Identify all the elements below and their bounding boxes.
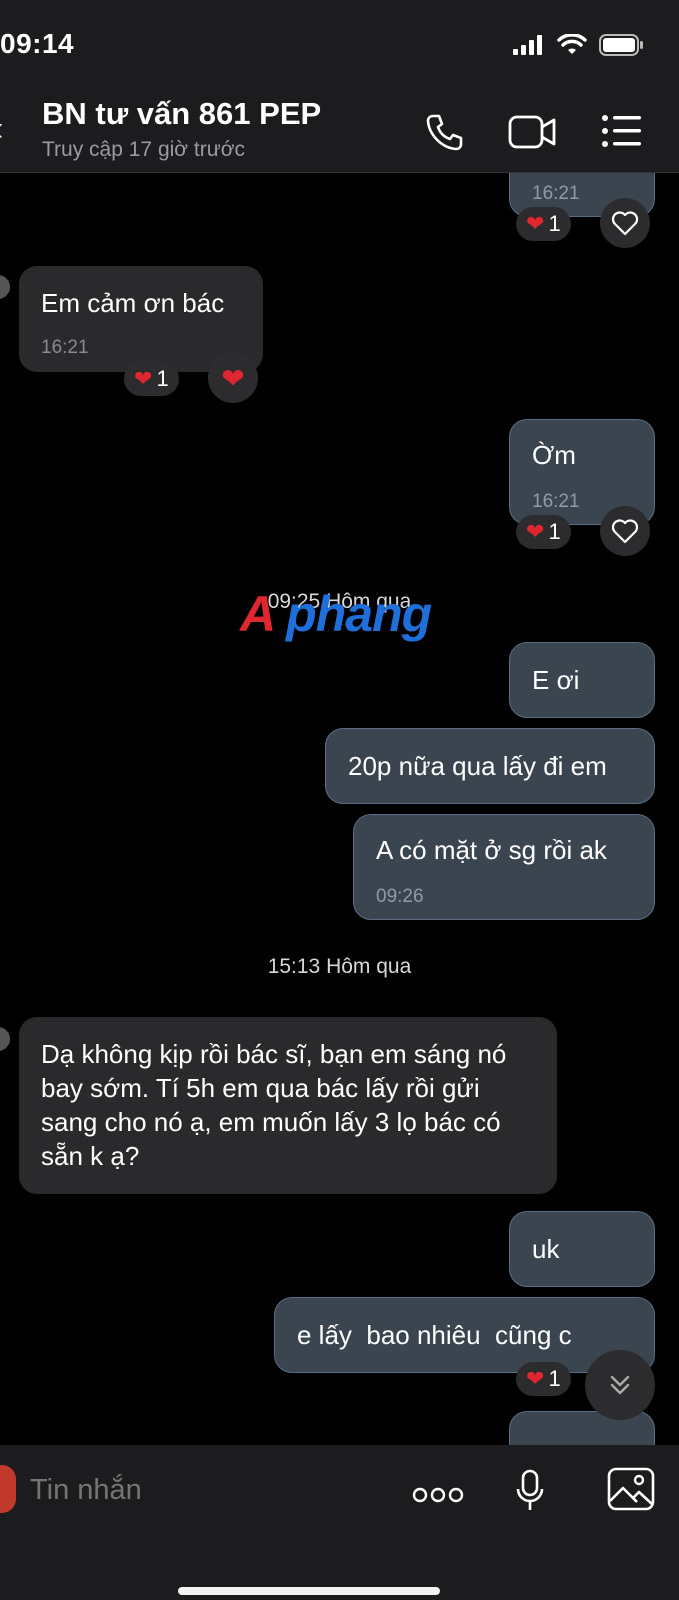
message-bubble-outgoing[interactable]: A có mặt ở sg rồi ak 09:26	[353, 814, 655, 920]
reaction-badge[interactable]: ❤ 1	[516, 1362, 571, 1396]
reaction-badge[interactable]: ❤ 1	[516, 515, 571, 549]
scroll-to-bottom-button[interactable]	[585, 1350, 655, 1420]
heart-icon: ❤	[526, 1366, 545, 1391]
contact-name[interactable]: BN tư vấn 861 PEP	[42, 96, 321, 132]
clock: 09:14	[0, 28, 75, 59]
status-bar: 09:14	[0, 0, 679, 92]
system-icons	[513, 34, 645, 56]
message-text: Ờm	[532, 440, 576, 470]
message-time: 16:21	[532, 183, 580, 204]
message-bubble-outgoing[interactable]: 20p nữa qua lấy đi em	[325, 728, 655, 804]
message-bubble-incoming[interactable]: Dạ không kịp rồi bác sĩ, bạn em sáng nó …	[19, 1017, 557, 1194]
double-chevron-down-icon	[610, 1375, 630, 1395]
message-composer	[0, 1445, 679, 1600]
message-list[interactable]: 16:21 ❤ 1 Em cảm ơn bác 16:21 ❤ 1 ❤ Ờm 1…	[0, 173, 679, 1445]
home-indicator[interactable]	[178, 1587, 440, 1595]
watermark-text: A	[240, 586, 274, 642]
message-input[interactable]	[28, 1473, 362, 1508]
menu-list-icon[interactable]	[602, 114, 642, 148]
video-call-icon[interactable]	[508, 114, 558, 150]
message-text: Em cảm ơn bác	[41, 288, 225, 318]
battery-icon	[599, 34, 643, 56]
heart-filled-icon: ❤	[221, 362, 245, 394]
phone-call-icon[interactable]	[424, 112, 464, 152]
heart-outline-icon	[611, 519, 639, 544]
wifi-icon	[557, 34, 587, 54]
heart-outline-icon	[611, 211, 639, 236]
avatar[interactable]	[0, 1027, 10, 1051]
reaction-count: 1	[548, 519, 561, 544]
message-text: e lấy bao nhiêu cũng c	[297, 1320, 572, 1350]
watermark-logo: A phang	[240, 585, 432, 643]
more-options-icon[interactable]	[412, 1487, 464, 1503]
watermark-text-rest: phang	[286, 586, 432, 642]
date-separator: 15:13 Hôm qua	[267, 955, 412, 978]
message-time: 16:21	[41, 337, 89, 358]
heart-icon: ❤	[526, 211, 545, 236]
message-text: A có mặt ở sg rồi ak	[376, 835, 607, 865]
react-button[interactable]	[600, 506, 650, 556]
message-text: E ơi	[532, 665, 580, 695]
message-text: uk	[532, 1234, 560, 1264]
sticker-icon[interactable]	[0, 1465, 16, 1513]
last-seen: Truy cập 17 giờ trước	[42, 138, 246, 161]
reaction-badge[interactable]: ❤ 1	[516, 207, 571, 241]
message-time: 16:21	[532, 491, 580, 512]
message-text: Dạ không kịp rồi bác sĩ, bạn em sáng nó …	[41, 1039, 507, 1171]
back-button[interactable]: ‹	[0, 110, 3, 149]
message-bubble-outgoing[interactable]: E ơi	[509, 642, 655, 718]
message-bubble-outgoing[interactable]: uk	[509, 1211, 655, 1287]
reaction-count: 1	[156, 366, 169, 391]
signal-icon	[513, 35, 542, 55]
microphone-icon[interactable]	[515, 1469, 545, 1513]
reaction-badge[interactable]: ❤ 1	[124, 362, 179, 396]
message-text: 20p nữa qua lấy đi em	[348, 751, 607, 781]
reaction-count: 1	[548, 211, 561, 236]
chat-header: ‹ BN tư vấn 861 PEP Truy cập 17 giờ trướ…	[0, 92, 679, 173]
message-time: 09:26	[376, 886, 424, 907]
heart-icon: ❤	[526, 519, 545, 544]
heart-icon: ❤	[134, 366, 153, 391]
react-button[interactable]	[600, 198, 650, 248]
reaction-count: 1	[548, 1366, 561, 1391]
react-button[interactable]: ❤	[208, 353, 258, 403]
image-gallery-icon[interactable]	[607, 1467, 655, 1511]
avatar[interactable]	[0, 275, 10, 299]
